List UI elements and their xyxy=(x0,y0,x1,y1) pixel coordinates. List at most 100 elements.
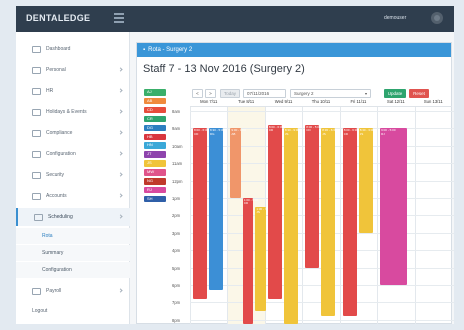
staff-legend-chip[interactable]: SH xyxy=(144,195,166,203)
hour-label: 7pm xyxy=(172,300,181,306)
sidebar-item-label: Compliance xyxy=(46,130,73,136)
shift-block[interactable]: 8:30 - 5:30 DG xyxy=(209,128,225,291)
sidebar-item-label: Security xyxy=(46,172,65,178)
app-window: DENTALEDGE demouser Dashboard Personal H… xyxy=(16,6,454,324)
shift-block[interactable]: 8:00 - 6:30 CD xyxy=(267,124,284,299)
sidebar-item-scheduling[interactable]: Scheduling xyxy=(16,208,130,226)
shift-block[interactable]: 8:30 - 3:00 JS xyxy=(358,128,374,233)
hour-label: 4pm xyxy=(172,248,181,254)
shift-label: 8:00 - 5:00 CD xyxy=(306,124,321,133)
hour-label: 10am xyxy=(172,143,183,149)
people-icon xyxy=(32,87,41,95)
sidebar-item-label: Scheduling xyxy=(48,214,73,220)
staff-legend-chip[interactable]: RJ xyxy=(144,186,166,194)
staff-legend-chip[interactable]: JT xyxy=(144,151,166,158)
chevron-right-icon xyxy=(118,151,123,156)
sidebar-item-configuration[interactable]: Configuration xyxy=(16,145,130,163)
dashboard-icon xyxy=(32,45,41,53)
staff-legend-chip[interactable]: CD xyxy=(144,106,166,114)
schedule-icon xyxy=(34,213,43,221)
hour-label: 11am xyxy=(172,161,183,167)
staff-legend-chip[interactable]: AJ xyxy=(144,89,166,96)
top-navbar: DENTALEDGE demouser xyxy=(16,6,454,32)
hour-label: 5pm xyxy=(172,265,181,271)
checklist-icon xyxy=(32,129,41,137)
staff-legend-chip[interactable]: CR xyxy=(144,115,166,123)
chevron-right-icon xyxy=(118,172,123,177)
user-avatar-icon[interactable] xyxy=(431,12,443,24)
staff-legend-chip[interactable]: HN xyxy=(144,142,166,149)
shift-label: 8:30 - 5:30 DG xyxy=(210,128,225,136)
shift-label: 8:30 - 9:00 JS xyxy=(284,128,300,136)
calendar-icon xyxy=(32,108,41,116)
chevron-down-icon: ▾ xyxy=(364,91,367,96)
grid-hline xyxy=(190,319,454,321)
menu-toggle-icon[interactable] xyxy=(114,13,124,23)
shift-block[interactable]: 8:00 - 6:30 CD xyxy=(342,128,358,317)
chevron-right-icon xyxy=(118,67,123,72)
hour-label: 1pm xyxy=(172,196,181,201)
sidebar-item-personal[interactable]: Personal xyxy=(16,61,130,79)
staff-legend-chip[interactable]: AB xyxy=(144,97,166,105)
page-title: Staff 7 - 13 Nov 2016 (Surgery 2) xyxy=(143,63,305,75)
sidebar-item-hr[interactable]: HR xyxy=(16,82,130,100)
day-column-header: Sun 13/11 xyxy=(414,97,452,107)
user-name[interactable]: demouser xyxy=(384,15,406,21)
hour-label: 8am xyxy=(172,109,181,114)
shift-block[interactable]: 8:30 - 6:30 JS xyxy=(321,128,337,317)
hour-label: 3pm xyxy=(172,230,181,236)
shift-block[interactable]: 8:30 - 9:00 JS xyxy=(283,128,300,324)
shift-block[interactable]: 1:00 - 9:00 CD xyxy=(242,198,258,324)
sidebar-item-security[interactable]: Security xyxy=(16,166,130,184)
sidebar-subitem-rota[interactable]: Rota xyxy=(16,228,130,244)
day-column-header: Sat 12/11 xyxy=(377,97,415,107)
hour-label: 12pm xyxy=(172,178,183,184)
staff-legend-chip[interactable]: NG xyxy=(144,178,166,185)
shift-label: 8:00 - 6:30 CD xyxy=(268,124,284,133)
shift-block[interactable]: 9:00 - 5:00 RJ xyxy=(380,128,407,285)
shift-block[interactable]: 9:00 - 1:00 AB xyxy=(230,128,246,198)
chevron-right-icon xyxy=(118,130,123,135)
rota-calendar-grid: Mon 7/11 Tue 8/11 Wed 9/11 Thu 10/11 Fri 11/… xyxy=(170,97,454,324)
day-column-header: Mon 7/11 xyxy=(190,97,228,107)
panel-header-title: Rota - Surgery 2 xyxy=(148,47,193,53)
sidebar-subitem-configuration[interactable]: Configuration xyxy=(16,262,130,278)
staff-legend-chip[interactable]: JS xyxy=(144,160,166,167)
staff-legend-chip[interactable]: MW xyxy=(144,169,166,176)
sidebar-item-label: Accounts xyxy=(46,193,67,199)
payroll-icon xyxy=(32,287,41,295)
shift-block[interactable]: 8:00 - 6:30 CD xyxy=(193,128,209,299)
staff-legend-chip[interactable]: HB xyxy=(144,133,166,140)
sidebar-item-accounts[interactable]: Accounts xyxy=(16,187,130,205)
shift-label: 1:00 - 9:00 CD xyxy=(243,198,259,206)
hour-label: 6pm xyxy=(172,283,181,288)
shift-block[interactable]: 8:00 - 5:00 CD xyxy=(305,124,321,268)
sidebar-item-dashboard[interactable]: Dashboard xyxy=(16,40,130,58)
sidebar-item-label: Logout xyxy=(32,308,48,314)
screenshot-frame: DENTALEDGE demouser Dashboard Personal H… xyxy=(0,0,464,330)
sidebar-item-compliance[interactable]: Compliance xyxy=(16,124,130,142)
hour-label: 9am xyxy=(172,126,181,132)
chevron-right-icon xyxy=(118,88,123,93)
shift-block[interactable]: 1:30 - 7:30 JS xyxy=(255,206,271,312)
chevron-down-icon xyxy=(118,214,123,219)
sidebar-item-label: Payroll xyxy=(46,288,62,294)
calendar-icon: ▪ xyxy=(143,47,146,53)
sidebar-item-label: Configuration xyxy=(46,151,76,157)
sidebar-subitem-summary[interactable]: Summary xyxy=(16,245,130,261)
chevron-right-icon xyxy=(118,109,123,114)
sidebar: Dashboard Personal HR Holidays & Events … xyxy=(16,32,130,324)
sidebar-item-logout[interactable]: Logout xyxy=(16,302,130,320)
surgery-select-value: Surgery 2 xyxy=(294,91,314,96)
day-column-header: Wed 9/11 xyxy=(264,97,303,107)
sidebar-item-holidays[interactable]: Holidays & Events xyxy=(16,103,130,121)
panel-header: ▪ Rota - Surgery 2 xyxy=(137,43,451,57)
staff-legend-chip[interactable]: DG xyxy=(144,124,166,132)
sidebar-item-label: Holidays & Events xyxy=(46,109,87,115)
chevron-right-icon xyxy=(118,193,123,198)
shift-label: 8:00 - 6:30 CD xyxy=(194,128,209,136)
key-icon xyxy=(32,171,41,179)
sidebar-item-label: Dashboard xyxy=(46,46,71,52)
sidebar-item-payroll[interactable]: Payroll xyxy=(16,282,130,300)
brand-logo[interactable]: DENTALEDGE xyxy=(26,13,90,23)
